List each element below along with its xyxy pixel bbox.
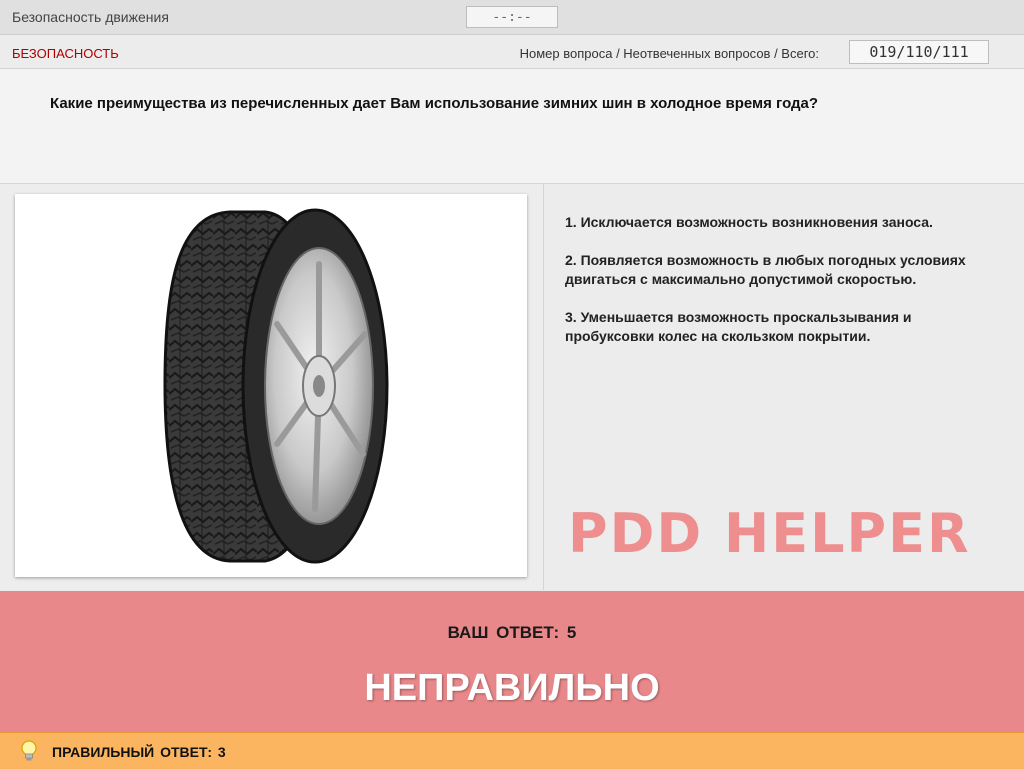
title-bar: Безопасность движения --:--	[0, 0, 1024, 35]
answer-list: 1. Исключается возможность возникновения…	[565, 213, 995, 365]
watermark-logo: PDD HELPER	[568, 502, 971, 565]
tire-photo	[15, 194, 527, 577]
verdict-text: НЕПРАВИЛЬНО	[364, 667, 660, 709]
winter-tire-image	[163, 208, 389, 564]
answers-panel: 1. Исключается возможность возникновения…	[544, 184, 1024, 590]
lightbulb-icon	[18, 739, 40, 763]
correct-answer-text: ПРАВИЛЬНЫЙ ОТВЕТ: 3	[52, 744, 226, 760]
category-label: БЕЗОПАСНОСТЬ	[12, 46, 119, 61]
question-text: Какие преимущества из перечисленных дает…	[50, 95, 819, 112]
correct-answer-bar: ПРАВИЛЬНЫЙ ОТВЕТ: 3	[0, 732, 1024, 769]
answer-option-3[interactable]: 3. Уменьшается возможность проскальзыван…	[565, 308, 995, 346]
result-panel: ВАШ ОТВЕТ: 5 НЕПРАВИЛЬНО	[0, 591, 1024, 732]
app-title: Безопасность движения	[12, 9, 169, 25]
answer-option-1[interactable]: 1. Исключается возможность возникновения…	[565, 213, 995, 232]
answer-option-2[interactable]: 2. Появляется возможность в любых погодн…	[565, 251, 995, 289]
image-panel	[0, 184, 544, 590]
question-panel: Какие преимущества из перечисленных дает…	[0, 69, 1024, 184]
your-answer-text: ВАШ ОТВЕТ: 5	[447, 623, 577, 642]
question-counter-label: Номер вопроса / Неотвеченных вопросов / …	[519, 46, 819, 61]
question-header: БЕЗОПАСНОСТЬ Номер вопроса / Неотвеченны…	[0, 35, 1024, 69]
question-counter: 019/110/111	[849, 40, 989, 64]
timer-display: --:--	[466, 6, 558, 28]
